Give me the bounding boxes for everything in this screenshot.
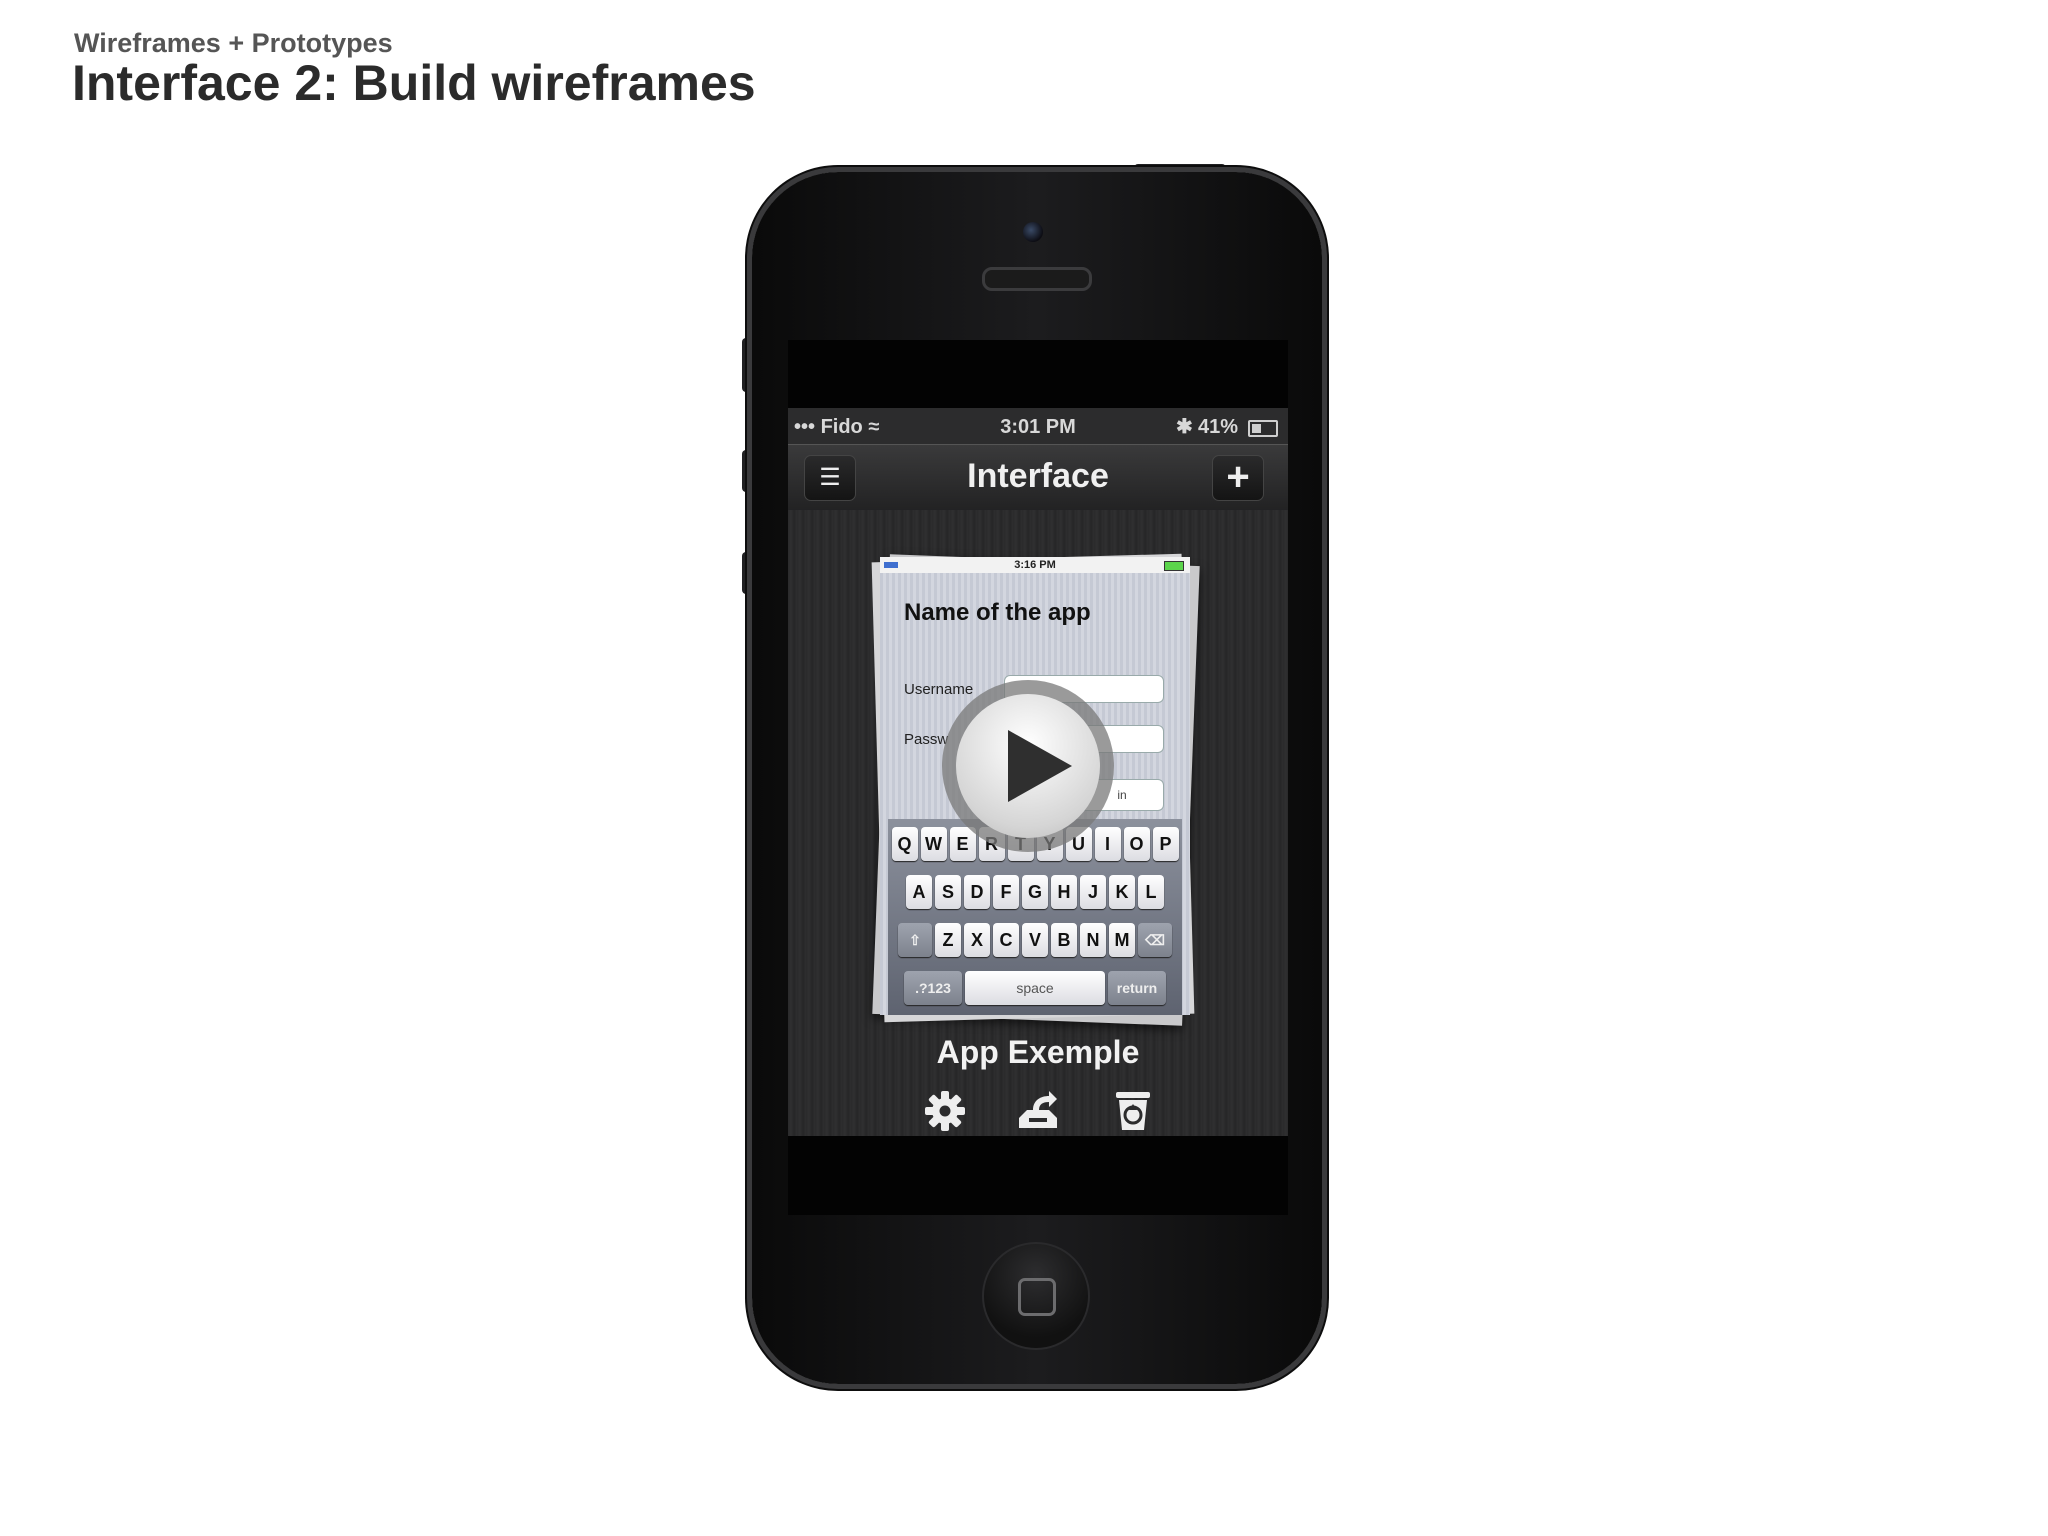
numbers-key: .?123 (904, 971, 962, 1005)
key: N (1080, 923, 1106, 957)
volume-up-button (742, 450, 750, 492)
battery-icon (1248, 420, 1278, 437)
key: V (1022, 923, 1048, 957)
keyboard-row-3: ⇧ Z X C V B N M ⌫ (888, 923, 1182, 957)
key: D (964, 875, 990, 909)
key: W (920, 827, 947, 861)
key: M (1109, 923, 1135, 957)
content-area: 3:16 PM Name of the app Username Passw i… (788, 510, 1288, 1136)
keyboard-row-2: A S D F G H J K L (888, 875, 1182, 909)
key: G (1022, 875, 1048, 909)
key: P (1152, 827, 1179, 861)
key: B (1051, 923, 1077, 957)
username-label: Username (904, 681, 974, 698)
home-square-icon (1018, 1278, 1056, 1316)
key: O (1123, 827, 1150, 861)
bluetooth-icon: ✱ (1176, 416, 1193, 438)
front-camera-icon (1023, 222, 1043, 242)
key: J (1080, 875, 1106, 909)
key: Z (935, 923, 961, 957)
key: C (993, 923, 1019, 957)
wireframe-time: 3:16 PM (1014, 559, 1056, 571)
volume-down-button (742, 552, 750, 594)
gear-icon[interactable] (922, 1088, 968, 1134)
return-key: return (1108, 971, 1166, 1005)
key: E (949, 827, 976, 861)
delete-key-icon: ⌫ (1138, 923, 1172, 957)
key: L (1138, 875, 1164, 909)
wireframe-app-name: Name of the app (904, 599, 1091, 626)
password-label: Passw (904, 731, 949, 748)
iphone-mockup: ••• Fido ≈ 3:01 PM ✱ 41% ☰ Interface + 3… (752, 172, 1322, 1384)
play-icon (1008, 730, 1072, 802)
key: I (1094, 827, 1121, 861)
space-key: space (965, 971, 1105, 1005)
wireframe-status-bar: 3:16 PM (880, 557, 1190, 573)
recycle-bin-icon[interactable] (1110, 1088, 1156, 1134)
status-bar: ••• Fido ≈ 3:01 PM ✱ 41% (788, 408, 1288, 444)
share-icon[interactable] (1015, 1088, 1061, 1134)
battery-percent: 41% (1198, 416, 1239, 438)
key: A (906, 875, 932, 909)
app-name-label: App Exemple (936, 1034, 1140, 1070)
key: Q (891, 827, 918, 861)
home-button[interactable] (982, 1242, 1090, 1350)
add-button[interactable]: + (1212, 455, 1264, 501)
key: F (993, 875, 1019, 909)
play-button-face (956, 694, 1100, 838)
key: X (964, 923, 990, 957)
app-view: ••• Fido ≈ 3:01 PM ✱ 41% ☰ Interface + 3… (788, 408, 1288, 1136)
key: K (1109, 875, 1135, 909)
navigation-bar: ☰ Interface + (788, 444, 1288, 512)
phone-screen: ••• Fido ≈ 3:01 PM ✱ 41% ☰ Interface + 3… (788, 340, 1288, 1215)
earpiece-speaker (982, 267, 1092, 291)
key: H (1051, 875, 1077, 909)
sleep-button (1134, 164, 1226, 172)
signal-icon (884, 562, 898, 568)
battery-icon (1164, 561, 1184, 571)
keyboard-row-4: .?123 space return (888, 971, 1182, 1005)
play-button[interactable] (942, 680, 1114, 852)
mute-switch (742, 338, 750, 392)
key: S (935, 875, 961, 909)
slide-title: Interface 2: Build wireframes (72, 55, 756, 111)
shift-key-icon: ⇧ (898, 923, 932, 957)
plus-icon: + (1226, 455, 1250, 499)
